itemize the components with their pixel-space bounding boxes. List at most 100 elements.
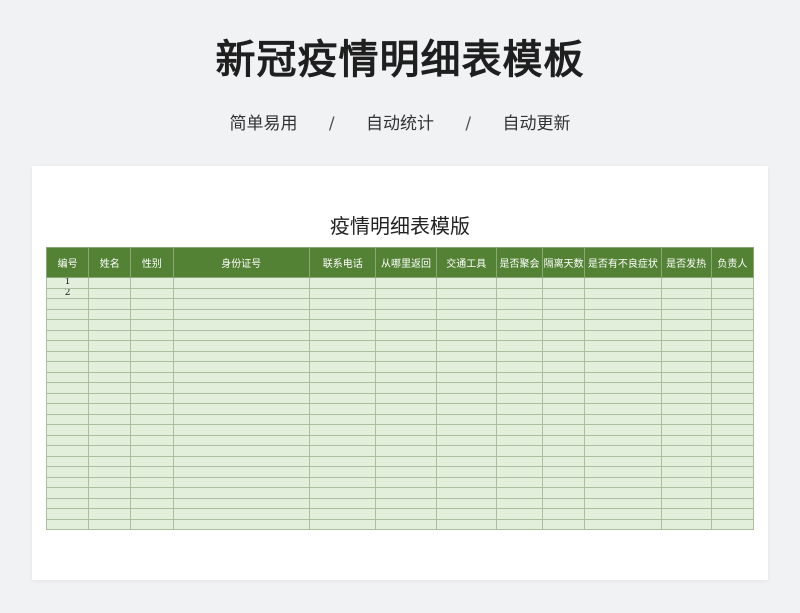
table-cell[interactable] — [660, 455, 712, 467]
table-cell[interactable] — [542, 476, 586, 488]
table-cell[interactable] — [130, 518, 174, 530]
table-cell[interactable] — [660, 413, 712, 425]
table-cell[interactable] — [130, 487, 174, 499]
table-cell[interactable] — [495, 487, 544, 499]
table-cell[interactable] — [88, 340, 132, 352]
table-cell[interactable] — [130, 434, 174, 446]
table-cell[interactable] — [495, 434, 544, 446]
table-cell[interactable] — [375, 518, 437, 530]
table-cell[interactable] — [375, 340, 437, 352]
table-cell[interactable] — [710, 497, 755, 509]
table-cell[interactable] — [710, 455, 755, 467]
table-cell[interactable] — [542, 466, 586, 478]
table-cell[interactable] — [172, 466, 311, 478]
table-cell[interactable] — [660, 319, 712, 331]
table-cell[interactable] — [660, 298, 712, 310]
table-cell[interactable] — [375, 424, 437, 436]
table-cell[interactable] — [435, 361, 497, 373]
table-cell[interactable] — [309, 392, 377, 404]
table-cell[interactable] — [495, 319, 544, 331]
table-cell[interactable] — [584, 382, 662, 394]
table-cell[interactable] — [660, 497, 712, 509]
table-cell[interactable] — [309, 497, 377, 509]
table-cell[interactable] — [542, 298, 586, 310]
table-cell[interactable] — [584, 277, 662, 289]
table-cell[interactable] — [710, 277, 755, 289]
row-number-cell[interactable] — [45, 466, 90, 478]
table-cell[interactable] — [130, 319, 174, 331]
table-cell[interactable] — [375, 298, 437, 310]
table-cell[interactable] — [172, 361, 311, 373]
table-cell[interactable] — [130, 287, 174, 299]
table-cell[interactable] — [309, 403, 377, 415]
table-cell[interactable] — [542, 424, 586, 436]
table-cell[interactable] — [435, 424, 497, 436]
table-cell[interactable] — [542, 413, 586, 425]
table-cell[interactable] — [375, 434, 437, 446]
table-cell[interactable] — [710, 476, 755, 488]
row-number-cell[interactable] — [45, 434, 90, 446]
table-cell[interactable] — [542, 455, 586, 467]
table-cell[interactable] — [435, 403, 497, 415]
table-cell[interactable] — [88, 350, 132, 362]
table-cell[interactable] — [542, 329, 586, 341]
table-cell[interactable] — [435, 371, 497, 383]
table-cell[interactable] — [435, 476, 497, 488]
row-number-cell[interactable] — [45, 350, 90, 362]
table-cell[interactable] — [375, 277, 437, 289]
table-cell[interactable] — [584, 455, 662, 467]
table-cell[interactable] — [309, 476, 377, 488]
table-cell[interactable] — [130, 277, 174, 289]
table-cell[interactable] — [88, 371, 132, 383]
table-cell[interactable] — [375, 497, 437, 509]
table-cell[interactable] — [375, 403, 437, 415]
table-cell[interactable] — [542, 487, 586, 499]
table-cell[interactable] — [660, 340, 712, 352]
table-cell[interactable] — [495, 329, 544, 341]
table-cell[interactable] — [710, 350, 755, 362]
table-cell[interactable] — [130, 371, 174, 383]
table-cell[interactable] — [710, 434, 755, 446]
table-cell[interactable] — [660, 466, 712, 478]
table-cell[interactable] — [435, 413, 497, 425]
table-cell[interactable] — [172, 350, 311, 362]
table-cell[interactable] — [584, 466, 662, 478]
table-cell[interactable] — [88, 361, 132, 373]
table-cell[interactable] — [542, 319, 586, 331]
table-cell[interactable] — [584, 371, 662, 383]
table-cell[interactable] — [172, 392, 311, 404]
table-cell[interactable] — [584, 403, 662, 415]
table-cell[interactable] — [130, 361, 174, 373]
table-cell[interactable] — [309, 382, 377, 394]
table-cell[interactable] — [495, 455, 544, 467]
table-cell[interactable] — [710, 392, 755, 404]
table-cell[interactable] — [88, 382, 132, 394]
table-cell[interactable] — [172, 508, 311, 520]
table-cell[interactable] — [542, 350, 586, 362]
table-cell[interactable] — [172, 287, 311, 299]
row-number-cell[interactable] — [45, 361, 90, 373]
row-number-cell[interactable] — [45, 487, 90, 499]
table-cell[interactable] — [710, 298, 755, 310]
table-cell[interactable] — [495, 413, 544, 425]
table-cell[interactable] — [660, 476, 712, 488]
table-cell[interactable] — [172, 277, 311, 289]
table-cell[interactable] — [309, 371, 377, 383]
table-cell[interactable] — [584, 350, 662, 362]
table-cell[interactable] — [495, 518, 544, 530]
table-cell[interactable] — [435, 350, 497, 362]
table-cell[interactable] — [88, 308, 132, 320]
row-number-cell[interactable] — [45, 340, 90, 352]
table-cell[interactable] — [710, 413, 755, 425]
table-cell[interactable] — [172, 382, 311, 394]
table-cell[interactable] — [495, 298, 544, 310]
table-cell[interactable] — [172, 403, 311, 415]
table-cell[interactable] — [130, 476, 174, 488]
table-cell[interactable] — [309, 455, 377, 467]
table-cell[interactable] — [542, 382, 586, 394]
table-cell[interactable] — [88, 287, 132, 299]
table-cell[interactable] — [130, 308, 174, 320]
table-cell[interactable] — [495, 371, 544, 383]
table-cell[interactable] — [435, 487, 497, 499]
row-number-cell[interactable] — [45, 329, 90, 341]
